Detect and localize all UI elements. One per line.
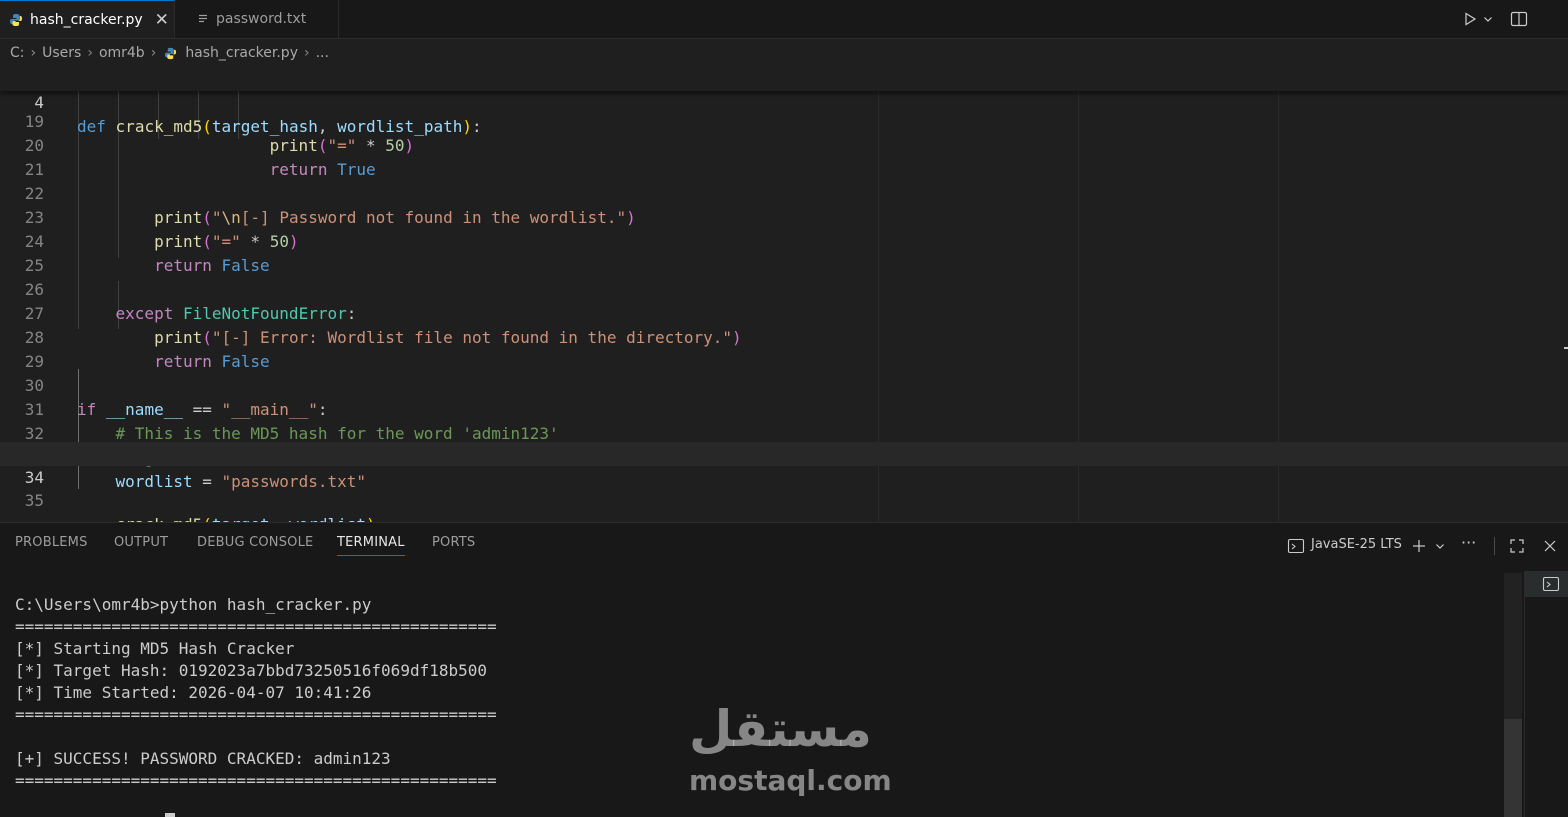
split-editor-icon[interactable] <box>1510 10 1528 28</box>
terminal-line: [*] Target Hash: 0192023a7bbd73250516f06… <box>15 661 488 680</box>
scrollbar-marker <box>1564 347 1568 349</box>
terminal-line: [+] SUCCESS! PASSWORD CRACKED: admin123 <box>15 749 391 768</box>
terminal-line: C:\Users\omr4b>python hash_cracker.py <box>15 595 372 614</box>
close-icon[interactable]: ✕ <box>155 10 169 30</box>
terminal-instance[interactable] <box>1525 571 1568 597</box>
breadcrumb: C: › Users › omr4b › hash_cracker.py › .… <box>0 39 1568 67</box>
code-text: def crack_md5(target_hash, wordlist_path… <box>77 117 482 136</box>
code-line[interactable]: 23 print("=" * 50) <box>0 182 1568 251</box>
code-line[interactable]: 32 target = "0192023a7bbd73250516f069df1… <box>0 398 1568 467</box>
terminal-line: [*] Time Started: 2026-04-07 10:41:26 <box>15 683 372 702</box>
terminal-output[interactable]: C:\Users\omr4b>python hash_cracker.py ==… <box>15 594 497 792</box>
python-icon <box>10 13 22 26</box>
terminal-profile[interactable]: JavaSE-25 LTS <box>1311 537 1402 552</box>
code-line[interactable]: 22 print("\n[-] Password not found in th… <box>0 158 1568 227</box>
chevron-right-icon: › <box>87 45 93 61</box>
code-line[interactable]: 29 <box>0 326 1568 371</box>
code-line[interactable]: 31 # This is the MD5 hash for the word '… <box>0 374 1568 443</box>
text-file-icon <box>199 14 207 23</box>
code-editor[interactable]: 4 def crack_md5(target_hash, wordlist_pa… <box>0 67 1568 522</box>
more-icon[interactable]: ··· <box>1461 533 1476 552</box>
code-line[interactable]: 27 print("[-] Error: Wordlist file not f… <box>0 278 1568 347</box>
breadcrumb-more[interactable]: ... <box>316 45 329 61</box>
watermark: مستقل mostaql.com <box>689 700 892 800</box>
tab-terminal[interactable]: TERMINAL <box>337 535 405 556</box>
tab-label: hash_cracker.py <box>30 11 143 28</box>
tab-password-txt[interactable]: password.txt <box>175 0 339 38</box>
tab-hash-cracker[interactable]: hash_cracker.py ✕ <box>0 0 175 38</box>
terminal-line: ========================================… <box>15 705 497 724</box>
run-icon[interactable] <box>1462 11 1478 27</box>
terminal-line: ========================================… <box>15 617 497 636</box>
terminal-line: [*] Starting MD5 Hash Cracker <box>15 639 295 658</box>
breadcrumb-users[interactable]: Users <box>42 45 81 61</box>
sticky-scroll-line[interactable]: 4 def crack_md5(target_hash, wordlist_pa… <box>0 67 1568 136</box>
tab-label: password.txt <box>216 11 307 27</box>
maximize-icon[interactable] <box>1509 538 1525 554</box>
chevron-right-icon: › <box>30 45 37 61</box>
close-icon[interactable] <box>1543 539 1557 553</box>
code-line[interactable]: 30 if __name__ == "__main__": <box>0 350 1568 419</box>
terminal-line: ========================================… <box>15 771 497 790</box>
line-number: 4 <box>34 93 44 112</box>
breadcrumb-drive[interactable]: C: <box>10 45 25 61</box>
code-line[interactable]: 28 return False <box>0 302 1568 371</box>
code-line[interactable]: 24 return False <box>0 206 1568 275</box>
line-number: 35 <box>24 491 44 510</box>
python-icon <box>165 47 177 59</box>
breadcrumb-omr4b[interactable]: omr4b <box>99 45 145 61</box>
chevron-right-icon: › <box>150 45 157 61</box>
terminal-scrollbar-thumb[interactable] <box>1504 719 1522 817</box>
code-line[interactable]: 26 except FileNotFoundError: <box>0 254 1568 323</box>
watermark-arabic: مستقل <box>689 700 872 758</box>
current-line[interactable]: 34 <box>0 442 1568 487</box>
code-line[interactable]: 25 <box>0 230 1568 275</box>
editor-tab-bar: hash_cracker.py ✕ password.txt <box>0 0 1568 39</box>
terminal-icon <box>1287 538 1305 554</box>
chevron-down-icon[interactable] <box>1482 13 1494 25</box>
divider <box>1494 537 1495 555</box>
tab-ports[interactable]: PORTS <box>432 535 475 550</box>
breadcrumb-file[interactable]: hash_cracker.py <box>185 45 298 61</box>
chevron-down-icon[interactable] <box>1434 540 1446 552</box>
watermark-latin: mostaql.com <box>689 764 892 797</box>
editor-actions <box>1462 0 1568 38</box>
add-icon[interactable] <box>1411 538 1427 554</box>
terminal-cursor <box>165 813 175 817</box>
terminal-tabs-sidebar <box>1524 571 1568 817</box>
code-text: crack_md5(target, wordlist) <box>77 513 376 522</box>
terminal-icon <box>1542 576 1560 592</box>
tab-debug-console[interactable]: DEBUG CONSOLE <box>197 535 313 550</box>
chevron-right-icon: › <box>303 45 310 61</box>
tab-output[interactable]: OUTPUT <box>114 535 168 550</box>
tab-problems[interactable]: PROBLEMS <box>15 535 88 550</box>
code-line[interactable]: 35 crack_md5(target, wordlist) <box>0 465 1568 522</box>
